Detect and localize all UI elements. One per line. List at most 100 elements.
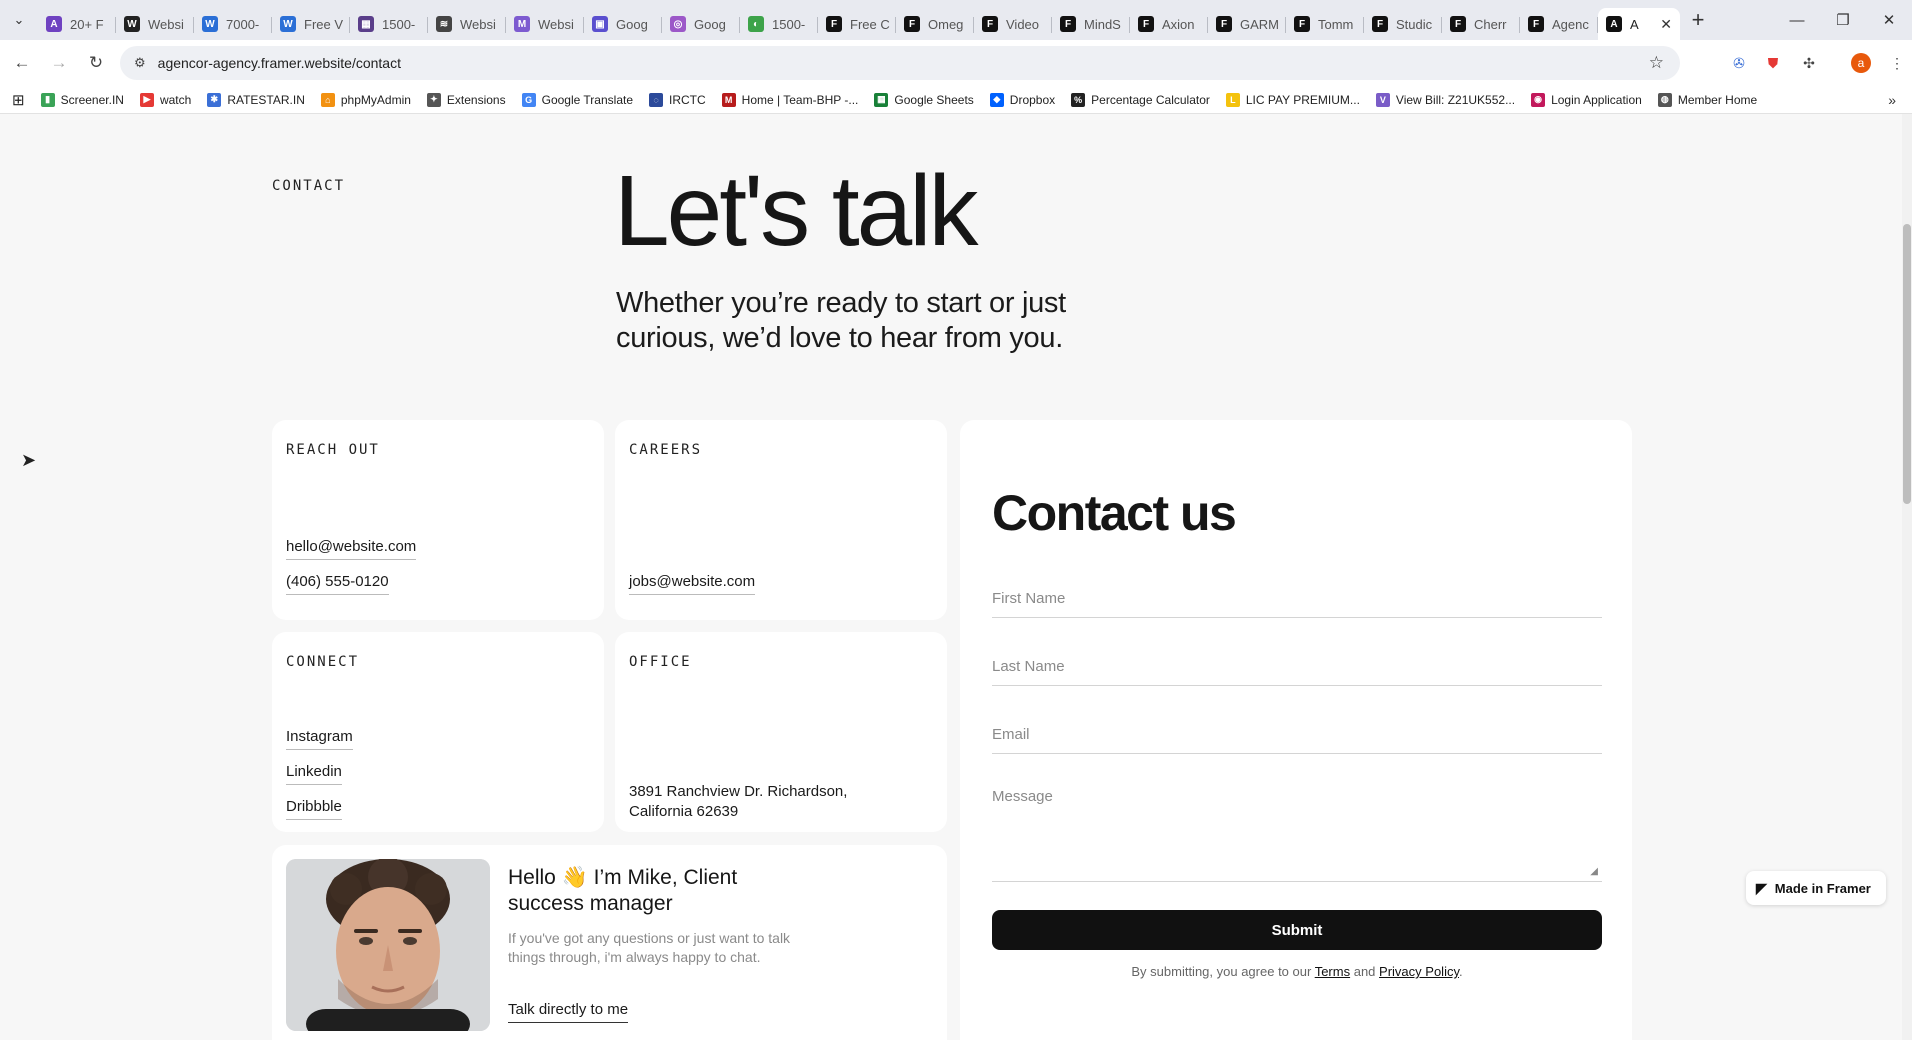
bookmark-item[interactable]: ✦ Extensions	[426, 92, 506, 107]
bookmark-label: Dropbox	[1009, 92, 1056, 107]
submit-button[interactable]: Submit	[992, 910, 1602, 950]
tab-label: Agenc	[1552, 16, 1589, 32]
dribbble-link[interactable]: Dribbble	[286, 798, 342, 820]
bookmarks-bar: ⊞ ▮ Screener.IN ▶ watch ✱ RATESTAR.IN ⌂ phpMyAd…	[0, 86, 1912, 114]
reload-icon[interactable]: ↻	[81, 48, 111, 78]
last-name-field[interactable]: Last Name	[992, 658, 1602, 686]
talk-directly-link[interactable]: Talk directly to me	[508, 1001, 629, 1023]
extension-globe-icon[interactable]: ✇	[1726, 50, 1752, 76]
bookmark-item[interactable]: M Home | Team-BHP -...	[721, 92, 858, 107]
bookmark-favicon-icon: L	[1225, 92, 1240, 107]
browser-tab[interactable]: ◎ Goog	[662, 8, 740, 40]
reach-out-phone-link[interactable]: (406) 555-0120	[286, 573, 389, 595]
tab-label: Axion	[1162, 16, 1195, 32]
bookmark-item[interactable]: ◆ Dropbox	[989, 92, 1056, 107]
bookmark-item[interactable]: ▶ watch	[139, 92, 191, 107]
bookmark-star-icon[interactable]: ☆	[1649, 53, 1664, 73]
client-manager-card: Hello 👋 I’m Mike, Client success manager…	[272, 845, 947, 1040]
bookmark-favicon-icon: ▮	[40, 92, 55, 107]
bookmark-favicon-icon: ▶	[139, 92, 154, 107]
tab-favicon-icon: ◐	[748, 16, 764, 32]
browser-tab[interactable]: F Tomm	[1286, 8, 1364, 40]
page-scrollbar[interactable]	[1902, 114, 1912, 1040]
browser-tab[interactable]: W Websi	[116, 8, 194, 40]
close-tab-icon[interactable]: ✕	[1660, 16, 1672, 33]
bookmark-item[interactable]: % Percentage Calculator	[1071, 92, 1210, 107]
bookmark-item[interactable]: ◍ Member Home	[1657, 92, 1758, 107]
profile-avatar[interactable]: a	[1848, 50, 1874, 76]
close-window-icon[interactable]: ✕	[1866, 0, 1912, 40]
address-bar-row: ← → ↻ ⚙ agencor-agency.framer.website/co…	[0, 40, 1912, 86]
office-address-line1: 3891 Ranchview Dr. Richardson,	[629, 783, 848, 800]
minimize-icon[interactable]: —	[1774, 0, 1820, 40]
extensions-puzzle-icon[interactable]: ✣	[1796, 50, 1822, 76]
browser-menu-icon[interactable]: ⋮	[1884, 50, 1910, 76]
active-tab[interactable]: A A ✕	[1598, 8, 1680, 40]
browser-tab[interactable]: F Video	[974, 8, 1052, 40]
page-title: Let's talk	[614, 155, 979, 267]
message-placeholder: Message	[992, 788, 1053, 805]
bookmark-item[interactable]: ✱ RATESTAR.IN	[207, 92, 305, 107]
reach-out-title: REACH OUT	[286, 442, 380, 458]
bookmark-item[interactable]: ⌂ phpMyAdmin	[320, 92, 411, 107]
browser-tab[interactable]: ▦ 1500-	[350, 8, 428, 40]
browser-tab[interactable]: M Websi	[506, 8, 584, 40]
back-icon[interactable]: ←	[7, 48, 37, 78]
bookmark-item[interactable]: ▮ Screener.IN	[40, 92, 124, 107]
connect-title: CONNECT	[286, 654, 360, 670]
browser-tab[interactable]: W Free V	[272, 8, 350, 40]
extension-shield-icon[interactable]: ⛊	[1760, 50, 1786, 76]
site-info-icon[interactable]: ⚙	[134, 55, 146, 71]
url-field[interactable]: ⚙ agencor-agency.framer.website/contact …	[120, 46, 1680, 80]
bookmark-item[interactable]: ◌ IRCTC	[649, 92, 706, 107]
bookmark-item[interactable]: G Google Translate	[521, 92, 633, 107]
resize-handle-icon[interactable]: ◢	[1590, 866, 1598, 877]
email-field[interactable]: Email	[992, 726, 1602, 754]
linkedin-link[interactable]: Linkedin	[286, 763, 342, 785]
browser-tab[interactable]: W 7000-	[194, 8, 272, 40]
bookmark-item[interactable]: ◉ Login Application	[1531, 92, 1642, 107]
bookmark-label: Google Translate	[541, 92, 633, 107]
made-in-framer-badge[interactable]: ◤ Made in Framer	[1746, 871, 1886, 905]
reach-out-email-link[interactable]: hello@website.com	[286, 538, 417, 560]
first-name-field[interactable]: First Name	[992, 590, 1602, 618]
bookmarks-overflow-icon[interactable]: »	[1888, 92, 1896, 108]
browser-tab[interactable]: F Agenc	[1520, 8, 1598, 40]
bookmark-favicon-icon: ◌	[649, 92, 663, 107]
scrollbar-thumb[interactable]	[1903, 224, 1911, 504]
bookmark-label: View Bill: Z21UK552...	[1395, 92, 1516, 107]
bookmark-label: Member Home	[1677, 92, 1758, 107]
page-subtitle: Whether you’re ready to start or just cu…	[616, 287, 1066, 354]
careers-email-link[interactable]: jobs@website.com	[629, 573, 756, 595]
browser-tab[interactable]: A 20+ F	[38, 8, 116, 40]
bookmark-item[interactable]: ▦ Google Sheets	[874, 92, 974, 107]
browser-tab[interactable]: ◐ 1500-	[740, 8, 818, 40]
tab-search-icon[interactable]: ⌄	[0, 0, 38, 40]
tab-favicon-icon: F	[1216, 16, 1232, 32]
bookmark-label: Percentage Calculator	[1091, 92, 1210, 107]
restore-icon[interactable]: ❐	[1820, 0, 1866, 40]
forward-icon[interactable]: →	[44, 48, 74, 78]
browser-tab[interactable]: ▣ Goog	[584, 8, 662, 40]
tab-favicon-icon: ≋	[436, 16, 452, 32]
browser-tab[interactable]: F MindS	[1052, 8, 1130, 40]
privacy-policy-link[interactable]: Privacy Policy	[1379, 964, 1459, 979]
browser-tab[interactable]: ≋ Websi	[428, 8, 506, 40]
browser-tab[interactable]: F Omeg	[896, 8, 974, 40]
bookmark-item[interactable]: V View Bill: Z21UK552...	[1375, 92, 1516, 107]
new-tab-button[interactable]: +	[1680, 0, 1716, 40]
window-controls: — ❐ ✕	[1774, 0, 1912, 40]
instagram-link[interactable]: Instagram	[286, 728, 353, 750]
browser-tab[interactable]: F Cherr	[1442, 8, 1520, 40]
terms-link[interactable]: Terms	[1315, 964, 1350, 979]
browser-tab[interactable]: F GARM	[1208, 8, 1286, 40]
tab-favicon-icon: W	[202, 16, 218, 32]
apps-grid-icon[interactable]: ⊞	[12, 91, 25, 109]
bookmark-item[interactable]: L LIC PAY PREMIUM...	[1225, 92, 1360, 107]
tab-label: 1500-	[382, 16, 416, 32]
browser-tab[interactable]: F Studic	[1364, 8, 1442, 40]
message-field[interactable]: Message ◢	[992, 788, 1602, 882]
bookmark-label: Login Application	[1551, 92, 1642, 107]
browser-tab[interactable]: F Free C	[818, 8, 896, 40]
browser-tab[interactable]: F Axion	[1130, 8, 1208, 40]
